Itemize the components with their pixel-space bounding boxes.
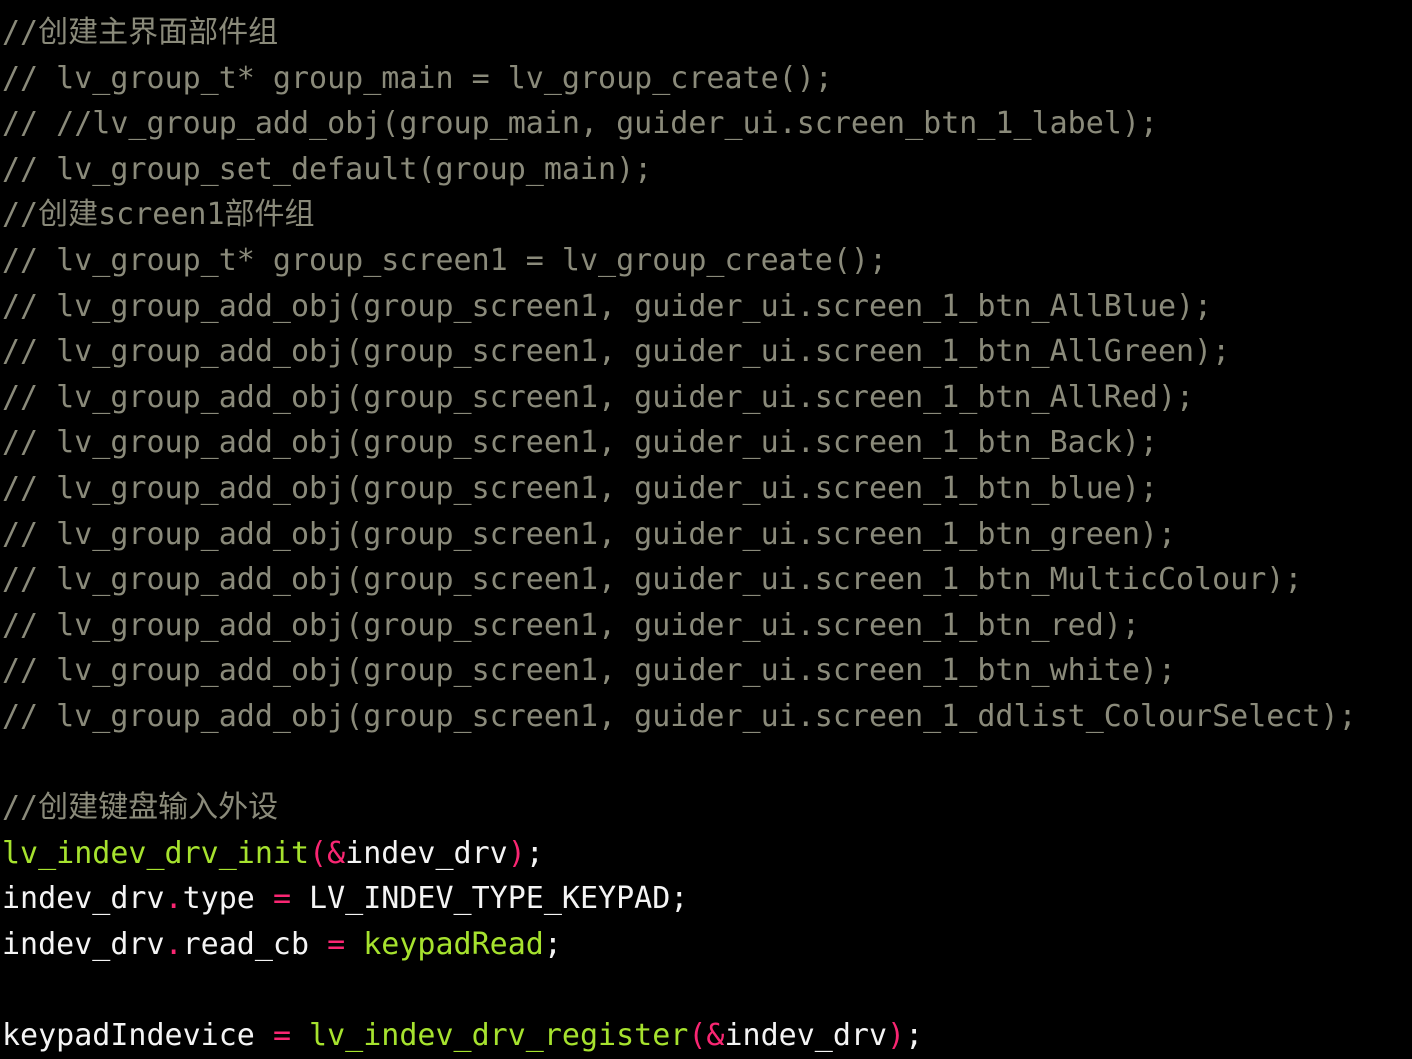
- operator: =: [327, 926, 346, 962]
- code-line[interactable]: [2, 967, 1410, 1013]
- code-line[interactable]: // lv_group_add_obj(group_screen1, guide…: [2, 512, 1410, 558]
- operator: ): [507, 835, 526, 871]
- code-comment: // lv_group_add_obj(group_screen1, guide…: [2, 653, 1176, 689]
- code-line[interactable]: lv_indev_drv_init(&indev_drv);: [2, 831, 1410, 877]
- code-line[interactable]: indev_drv.type = LV_INDEV_TYPE_KEYPAD;: [2, 876, 1410, 922]
- operator: .: [164, 881, 183, 917]
- code-line[interactable]: // lv_group_add_obj(group_screen1, guide…: [2, 694, 1410, 740]
- identifier: indev_drv: [2, 926, 165, 962]
- operator: (&: [688, 1018, 725, 1054]
- code-line[interactable]: //创建键盘输入外设: [2, 785, 1410, 831]
- operator: =: [272, 1018, 291, 1054]
- punctuation: ;: [905, 1018, 924, 1054]
- code-comment: //创建键盘输入外设: [2, 790, 279, 826]
- code-line[interactable]: // lv_group_add_obj(group_screen1, guide…: [2, 603, 1410, 649]
- code-comment: // lv_group_add_obj(group_screen1, guide…: [2, 334, 1231, 370]
- code-line[interactable]: // lv_group_add_obj(group_screen1, guide…: [2, 375, 1410, 421]
- code-line[interactable]: // lv_group_add_obj(group_screen1, guide…: [2, 284, 1410, 330]
- identifier: read_cb: [182, 926, 328, 962]
- code-line[interactable]: //创建screen1部件组: [2, 192, 1410, 238]
- identifier: keypadIndevice: [2, 1018, 273, 1054]
- function-name: lv_indev_drv_init: [2, 835, 310, 871]
- code-comment: // lv_group_add_obj(group_screen1, guide…: [2, 379, 1195, 415]
- code-line[interactable]: // lv_group_add_obj(group_screen1, guide…: [2, 557, 1410, 603]
- operator: .: [164, 926, 183, 962]
- code-line[interactable]: // lv_group_set_default(group_main);: [2, 147, 1410, 193]
- macro-constant: LV_INDEV_TYPE_KEYPAD: [291, 881, 671, 917]
- code-line[interactable]: //创建主界面部件组: [2, 10, 1410, 56]
- identifier: indev_drv: [345, 835, 508, 871]
- code-comment: // lv_group_t* group_main = lv_group_cre…: [2, 60, 833, 96]
- code-comment: //创建screen1部件组: [2, 197, 315, 233]
- code-line[interactable]: // lv_group_add_obj(group_screen1, guide…: [2, 466, 1410, 512]
- punctuation: ;: [543, 926, 562, 962]
- code-editor[interactable]: //创建主界面部件组 // lv_group_t* group_main = lv…: [2, 10, 1410, 1059]
- identifier: type: [182, 881, 273, 917]
- punctuation: ;: [670, 881, 689, 917]
- code-comment: // lv_group_add_obj(group_screen1, guide…: [2, 607, 1140, 643]
- code-line[interactable]: // //lv_group_add_obj(group_main, guider…: [2, 101, 1410, 147]
- code-line[interactable]: [2, 740, 1410, 786]
- function-name: keypadRead: [345, 926, 544, 962]
- code-comment: // lv_group_t* group_screen1 = lv_group_…: [2, 242, 888, 278]
- function-name: lv_indev_drv_register: [291, 1018, 689, 1054]
- code-comment: // lv_group_add_obj(group_screen1, guide…: [2, 562, 1303, 598]
- code-line[interactable]: // lv_group_add_obj(group_screen1, guide…: [2, 648, 1410, 694]
- identifier: indev_drv: [2, 881, 165, 917]
- code-comment: // lv_group_add_obj(group_screen1, guide…: [2, 288, 1213, 324]
- operator: (&: [309, 835, 346, 871]
- code-comment: //创建主界面部件组: [2, 15, 279, 50]
- punctuation: ;: [525, 835, 544, 871]
- code-comment: // lv_group_add_obj(group_screen1, guide…: [2, 698, 1357, 734]
- operator: ): [887, 1018, 906, 1054]
- code-line[interactable]: // lv_group_t* group_screen1 = lv_group_…: [2, 238, 1410, 284]
- code-comment: // lv_group_add_obj(group_screen1, guide…: [2, 425, 1158, 461]
- operator: =: [272, 881, 291, 917]
- code-line[interactable]: // lv_group_t* group_main = lv_group_cre…: [2, 56, 1410, 102]
- identifier: indev_drv: [724, 1018, 888, 1054]
- code-comment: // //lv_group_add_obj(group_main, guider…: [2, 106, 1158, 142]
- code-comment: // lv_group_add_obj(group_screen1, guide…: [2, 516, 1176, 552]
- code-line[interactable]: // lv_group_add_obj(group_screen1, guide…: [2, 329, 1410, 375]
- code-line[interactable]: indev_drv.read_cb = keypadRead;: [2, 922, 1410, 968]
- code-comment: // lv_group_add_obj(group_screen1, guide…: [2, 470, 1158, 506]
- code-line[interactable]: // lv_group_add_obj(group_screen1, guide…: [2, 420, 1410, 466]
- code-comment: // lv_group_set_default(group_main);: [2, 151, 653, 187]
- code-line[interactable]: keypadIndevice = lv_indev_drv_register(&…: [2, 1013, 1410, 1059]
